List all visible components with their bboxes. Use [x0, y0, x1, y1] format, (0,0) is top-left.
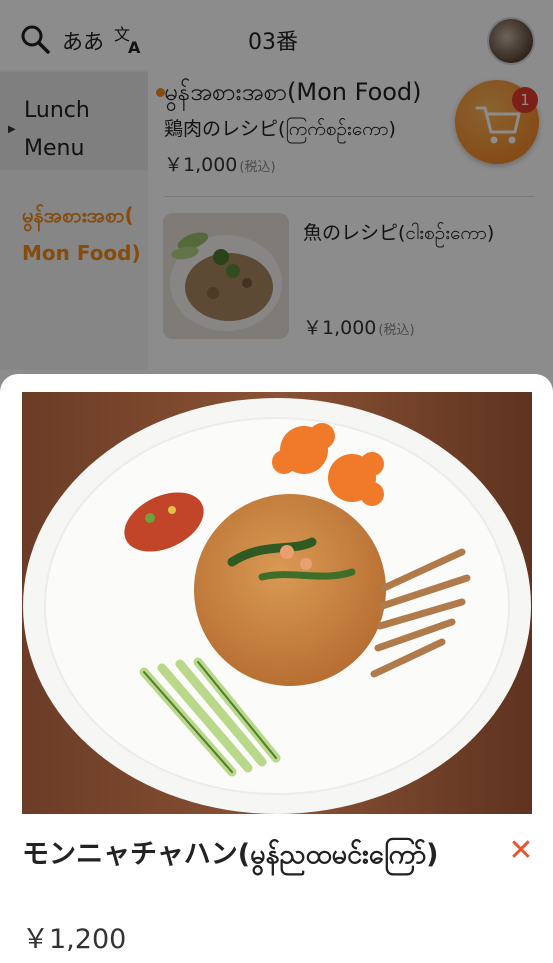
item-price: ￥1,200 [22, 924, 127, 955]
app-screen: ああ 文 A 03番 ▶ Lunch Menu မွန်အစားအစာ( Mon… [0, 0, 553, 963]
dish-hero-image [22, 392, 532, 814]
item-detail-sheet: モンニャチャハン(မွန်ညထမင်းကြော်) ✕ ￥1,200 [0, 374, 553, 963]
close-icon[interactable]: ✕ [506, 836, 536, 866]
item-title: モンニャチャハン(မွန်ညထမင်းကြော်) [22, 839, 439, 870]
dish-photo [22, 392, 532, 814]
